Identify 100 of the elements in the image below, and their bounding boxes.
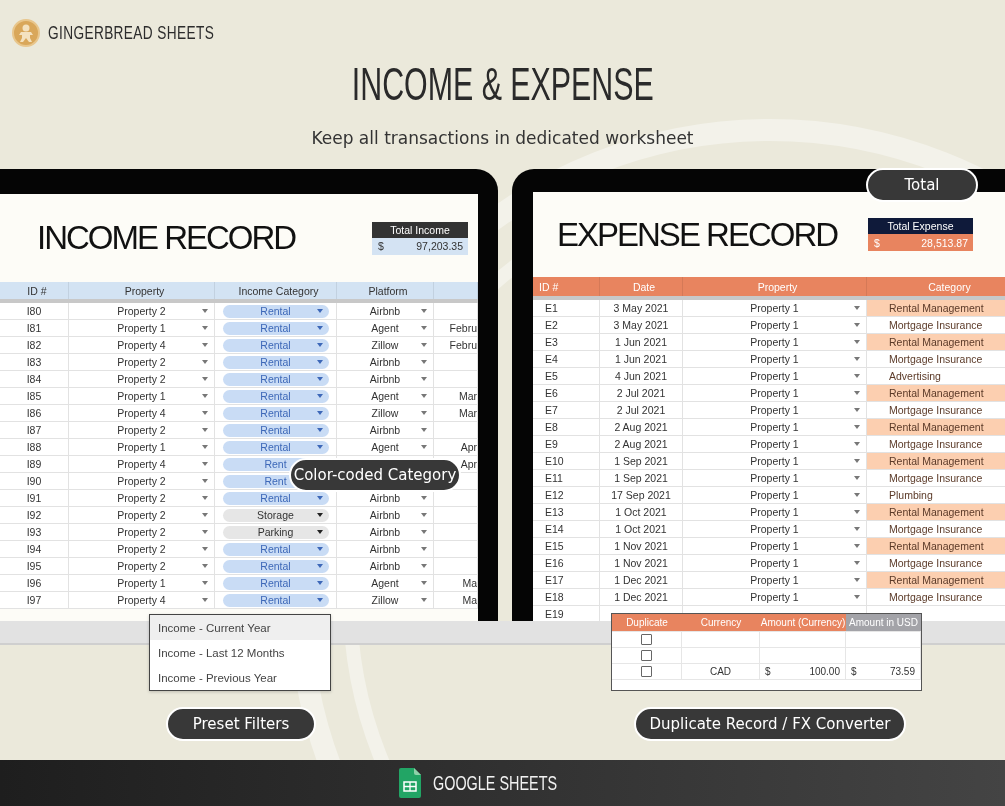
table-cell: 1 Sep 2021 xyxy=(600,470,683,486)
caret-icon xyxy=(421,598,427,602)
platform-dropdown[interactable]: Airbnb xyxy=(337,422,434,438)
caret-icon xyxy=(854,374,860,378)
category-chip[interactable]: Rental xyxy=(222,321,329,335)
platform-dropdown[interactable]: Airbnb xyxy=(337,371,434,387)
table-cell: 1 Jun 2021 xyxy=(600,334,683,350)
caret-icon xyxy=(421,445,427,449)
platform-dropdown[interactable]: Airbnb xyxy=(337,303,434,319)
category-dropdown[interactable]: Rental Management xyxy=(867,538,1005,554)
category-chip[interactable]: Rental xyxy=(222,423,329,437)
platform-dropdown[interactable]: Zillow xyxy=(337,337,434,353)
property-dropdown[interactable]: Property 2 xyxy=(69,558,215,574)
menu-item[interactable]: Income - Previous Year xyxy=(150,665,330,690)
property-dropdown[interactable]: Property 4 xyxy=(69,592,215,608)
table-cell: 1 Sep 2021 xyxy=(600,453,683,469)
column-header: Category xyxy=(867,277,1005,296)
category-dropdown[interactable]: Rental Management xyxy=(867,300,1005,316)
table-cell: 1 Dec 2021 xyxy=(600,572,683,588)
platform-dropdown[interactable]: Agent xyxy=(337,388,434,404)
property-dropdown[interactable]: Property 2 xyxy=(69,473,215,489)
table-cell: I87 xyxy=(0,422,69,438)
category-dropdown[interactable]: Rental Management xyxy=(867,334,1005,350)
table-cell-text: E15 xyxy=(544,540,564,552)
category-chip[interactable]: Rental xyxy=(222,542,329,556)
category-chip[interactable]: Parking xyxy=(222,525,329,539)
category-dropdown[interactable]: Rental Management xyxy=(867,419,1005,435)
table-cell: Mar xyxy=(458,390,477,402)
table-cell-text: E2 xyxy=(544,319,558,331)
property-dropdown[interactable]: Property 1 xyxy=(69,388,215,404)
caret-icon xyxy=(316,581,323,585)
category-dropdown[interactable]: Rental Management xyxy=(867,572,1005,588)
category-chip[interactable]: Storage xyxy=(222,508,329,522)
platform-dropdown[interactable]: Airbnb xyxy=(337,507,434,523)
total-label: Total Expense xyxy=(868,218,973,234)
property-dropdown[interactable]: Property 4 xyxy=(69,405,215,421)
property-dropdown[interactable]: Property 2 xyxy=(69,524,215,540)
caret-icon xyxy=(421,564,427,568)
platform-dropdown[interactable]: Airbnb xyxy=(337,354,434,370)
table-cell-text: E18 xyxy=(544,591,564,603)
category-chip[interactable]: Rental xyxy=(222,355,329,369)
category-chip[interactable]: Rental xyxy=(222,440,329,454)
column-header: ID # xyxy=(533,277,600,296)
platform-dropdown[interactable]: Agent xyxy=(337,575,434,591)
category-chip[interactable]: Rental xyxy=(222,491,329,505)
caret-icon xyxy=(854,510,860,514)
property-dropdown[interactable]: Property 2 xyxy=(69,422,215,438)
checkbox[interactable] xyxy=(641,650,652,661)
category-chip[interactable]: Rental xyxy=(222,389,329,403)
table-cell: I96 xyxy=(0,575,69,591)
platform-dropdown[interactable]: Agent xyxy=(337,439,434,455)
caret-icon xyxy=(421,360,427,364)
table-cell: 3 May 2021 xyxy=(600,300,683,316)
category-chip[interactable]: Rental xyxy=(222,559,329,573)
platform-dropdown[interactable]: Zillow xyxy=(337,592,434,608)
table-cell-text: E11 xyxy=(544,472,563,484)
caret-icon xyxy=(316,326,323,330)
table-cell: I83 xyxy=(0,354,69,370)
table-cell: Febru xyxy=(449,322,477,334)
menu-item[interactable]: Income - Last 12 Months xyxy=(150,640,330,665)
property-dropdown[interactable]: Property 2 xyxy=(69,490,215,506)
property-dropdown[interactable]: Property 2 xyxy=(69,507,215,523)
table-cell: I84 xyxy=(0,371,69,387)
property-dropdown[interactable]: Property 4 xyxy=(69,456,215,472)
category-chip[interactable]: Rental xyxy=(222,304,329,318)
platform-dropdown[interactable]: Agent xyxy=(337,320,434,336)
column-header: Platform xyxy=(337,282,434,299)
property-dropdown[interactable]: Property 2 xyxy=(69,303,215,319)
currency-symbol: $ xyxy=(874,236,880,249)
property-dropdown[interactable]: Property 2 xyxy=(69,541,215,557)
table-cell: I92 xyxy=(0,507,69,523)
category-dropdown[interactable]: Rental Management xyxy=(867,385,1005,401)
menu-item[interactable]: Income - Current Year xyxy=(150,615,330,640)
category-dropdown[interactable]: Rental Management xyxy=(867,504,1005,520)
platform-dropdown[interactable]: Airbnb xyxy=(337,524,434,540)
caret-icon xyxy=(316,530,323,534)
property-dropdown[interactable]: Property 1 xyxy=(69,575,215,591)
category-chip[interactable]: Rental xyxy=(222,338,329,352)
property-dropdown[interactable]: Property 1 xyxy=(69,320,215,336)
property-dropdown[interactable]: Property 2 xyxy=(69,371,215,387)
currency-symbol: $ xyxy=(851,666,857,677)
table-cell: Apr xyxy=(460,458,477,470)
platform-dropdown[interactable]: Airbnb xyxy=(337,541,434,557)
category-dropdown[interactable]: Rental Management xyxy=(867,453,1005,469)
category-chip[interactable]: Rental xyxy=(222,372,329,386)
table-cell: 100.00 xyxy=(809,666,840,677)
category-chip[interactable]: Rental xyxy=(222,406,329,420)
platform-dropdown[interactable]: Airbnb xyxy=(337,558,434,574)
platform-dropdown[interactable]: Zillow xyxy=(337,405,434,421)
caret-icon xyxy=(854,323,860,327)
table-cell: I93 xyxy=(0,524,69,540)
category-chip[interactable]: Rental xyxy=(222,576,329,590)
checkbox[interactable] xyxy=(641,666,652,677)
table-cell: Apr xyxy=(460,441,477,453)
column-header: Duplicate xyxy=(612,614,682,631)
property-dropdown[interactable]: Property 2 xyxy=(69,354,215,370)
property-dropdown[interactable]: Property 4 xyxy=(69,337,215,353)
category-chip[interactable]: Rental xyxy=(222,593,329,607)
checkbox[interactable] xyxy=(641,634,652,645)
property-dropdown[interactable]: Property 1 xyxy=(69,439,215,455)
